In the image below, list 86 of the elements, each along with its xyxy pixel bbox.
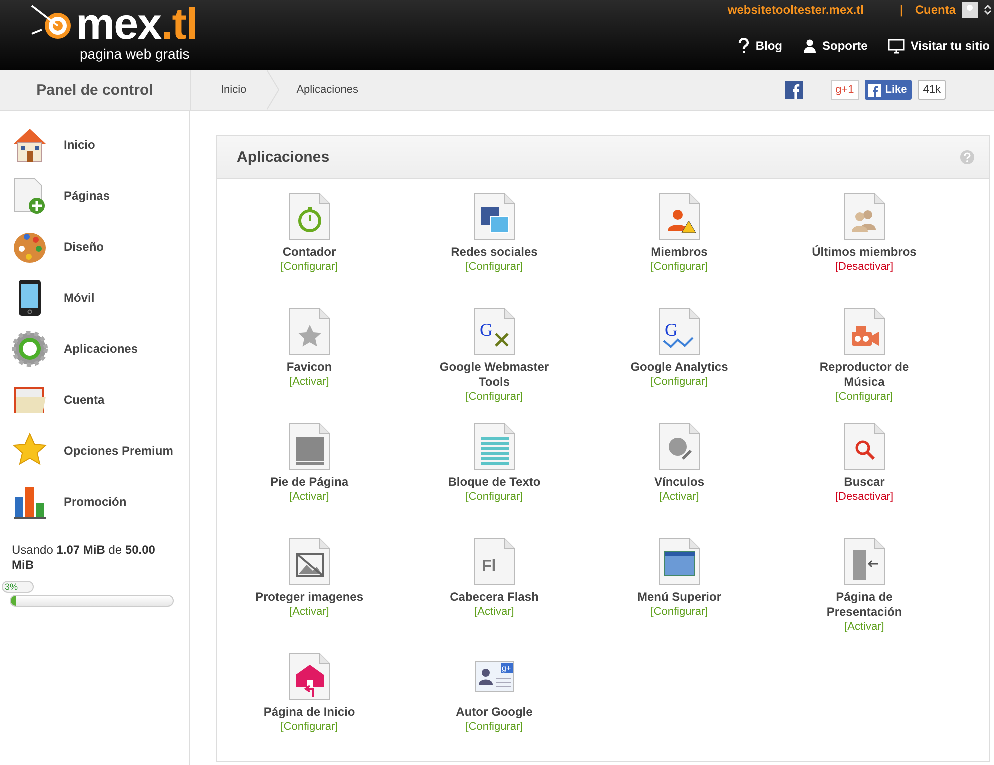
- app-name: Google Webmaster Tools: [438, 360, 550, 390]
- account-link[interactable]: Cuenta: [915, 3, 956, 17]
- search-icon: [844, 423, 886, 471]
- breadcrumb-link[interactable]: Aplicaciones: [278, 84, 378, 96]
- app-action-link[interactable]: [Activar]: [290, 605, 330, 620]
- nav-link[interactable]: Visitar tu sitio: [888, 38, 990, 54]
- contact-card-icon: g+: [474, 661, 514, 693]
- stopwatch-icon: [288, 193, 330, 241]
- separator-text: |: [900, 3, 904, 17]
- gear-icon: [12, 330, 48, 368]
- app-action-link[interactable]: [Configurar]: [466, 390, 524, 405]
- app-action-link[interactable]: [Configurar]: [466, 720, 524, 735]
- app-name: Proteger imagenes: [254, 590, 365, 605]
- protected-image-icon: [288, 538, 330, 586]
- google-tools-icon: G: [474, 308, 516, 356]
- app-name: Bloque de Texto: [447, 475, 542, 490]
- monitor-icon: [888, 38, 905, 54]
- app-action-link[interactable]: [Configurar]: [650, 605, 708, 620]
- app-action-link[interactable]: [Configurar]: [466, 260, 524, 275]
- site-link[interactable]: websitetooltester.mex.tl: [728, 3, 864, 17]
- app-name: Menú Superior: [636, 590, 722, 605]
- sidebar-item[interactable]: Móvil: [0, 272, 189, 323]
- app-name: Pie de Página: [269, 475, 350, 490]
- app-action-link[interactable]: [Activar]: [844, 620, 884, 635]
- app-name: Redes sociales: [450, 245, 539, 260]
- nav-link[interactable]: Soporte: [802, 38, 868, 54]
- facebook-icon: [868, 84, 882, 96]
- app-name: Página de Inicio: [262, 705, 356, 720]
- breadcrumb-link[interactable]: Inicio: [191, 84, 267, 96]
- flash-icon: Fl: [474, 538, 516, 586]
- users-icon: [844, 193, 886, 241]
- app-action-link[interactable]: [Configurar]: [650, 260, 708, 275]
- page-add-icon: [12, 176, 48, 214]
- app-name: Favicon: [286, 360, 334, 375]
- app-action-link[interactable]: [Configurar]: [466, 490, 524, 505]
- app-action-link[interactable]: [Activar]: [290, 490, 330, 505]
- like-button[interactable]: Like: [865, 80, 912, 100]
- app-action-link[interactable]: [Configurar]: [836, 390, 894, 405]
- percent-label: 3%: [2, 581, 34, 593]
- app-action-link[interactable]: [Desactivar]: [835, 260, 894, 275]
- sidebar-item[interactable]: Promoción: [0, 476, 189, 527]
- logo[interactable]: mex.tl pagina web gratis: [0, 0, 198, 70]
- tagline: pagina web gratis: [80, 46, 190, 62]
- app-name: Últimos miembros: [811, 245, 918, 260]
- camera-icon: [844, 308, 886, 356]
- home-page-icon: [288, 653, 330, 701]
- app-action-link[interactable]: [Activar]: [660, 490, 700, 505]
- sidebar-item[interactable]: Diseño: [0, 221, 189, 272]
- app-name: Contador: [282, 245, 338, 260]
- app-name: Buscar: [843, 475, 886, 490]
- sidebar-item[interactable]: Opciones Premium: [0, 425, 189, 476]
- app-action-link[interactable]: [Activar]: [290, 375, 330, 390]
- dropdown-icon[interactable]: [984, 5, 992, 15]
- facebook-icon[interactable]: [784, 81, 803, 99]
- person-icon: [802, 39, 817, 53]
- app-action-link[interactable]: [Activar]: [474, 605, 514, 620]
- logo-text: mex.tl: [76, 4, 198, 46]
- app-name: Google Analytics: [630, 360, 730, 375]
- app-action-link[interactable]: [Configurar]: [280, 720, 338, 735]
- social-icon: [474, 193, 516, 241]
- sidebar-item[interactable]: Páginas: [0, 170, 189, 221]
- sidebar-item[interactable]: Cuenta: [0, 374, 189, 425]
- app-name: Reproductor de Música: [818, 360, 910, 390]
- google-analytics-icon: G: [658, 308, 700, 356]
- panel-heading: Aplicaciones: [237, 148, 330, 166]
- app-name: Cabecera Flash: [449, 590, 540, 605]
- sidebar-item[interactable]: Aplicaciones: [0, 323, 189, 374]
- google-plus-button[interactable]: g+1: [830, 80, 860, 100]
- app-name: Miembros: [650, 245, 709, 260]
- footer-icon: [288, 423, 330, 471]
- menu-window-icon: [658, 538, 700, 586]
- sidebar-item[interactable]: Inicio: [0, 119, 189, 170]
- help-icon: [738, 38, 750, 54]
- text-block-icon: [474, 423, 516, 471]
- like-count: 41k: [918, 80, 946, 100]
- member-warning-icon: [658, 193, 700, 241]
- app-name: Autor Google: [455, 705, 534, 720]
- app-action-link[interactable]: [Desactivar]: [835, 490, 894, 505]
- nav-link[interactable]: Blog: [738, 38, 783, 54]
- app-name: Página de Presentación: [826, 590, 904, 620]
- storage-usage-text: Usando 1.07 MiB de 50.00 MiB: [11, 542, 156, 573]
- app-action-link[interactable]: [Configurar]: [280, 260, 338, 275]
- panel-title: Panel de control: [0, 70, 191, 110]
- door-icon: [844, 538, 886, 586]
- app-action-link[interactable]: [Configurar]: [650, 375, 708, 390]
- app-name: Vínculos: [653, 475, 706, 490]
